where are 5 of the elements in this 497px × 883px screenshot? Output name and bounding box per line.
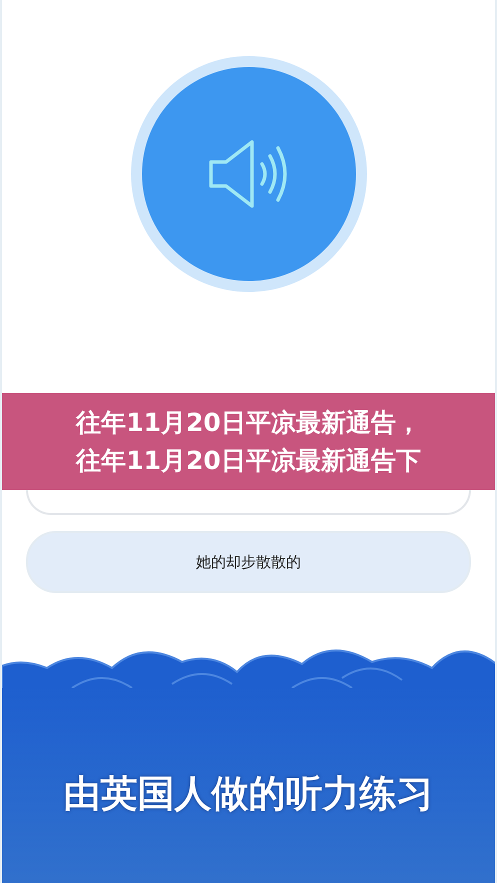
answer-option[interactable]: 她的却步散散的 — [26, 531, 471, 593]
banner-text: 往年11月20日平凉最新通告， — [76, 406, 421, 438]
footer-title: 由英国人做的听力练习 — [64, 771, 434, 817]
banner-text: 往年11月20日平凉最新通告下 — [76, 444, 421, 476]
speaker-icon — [208, 138, 290, 210]
